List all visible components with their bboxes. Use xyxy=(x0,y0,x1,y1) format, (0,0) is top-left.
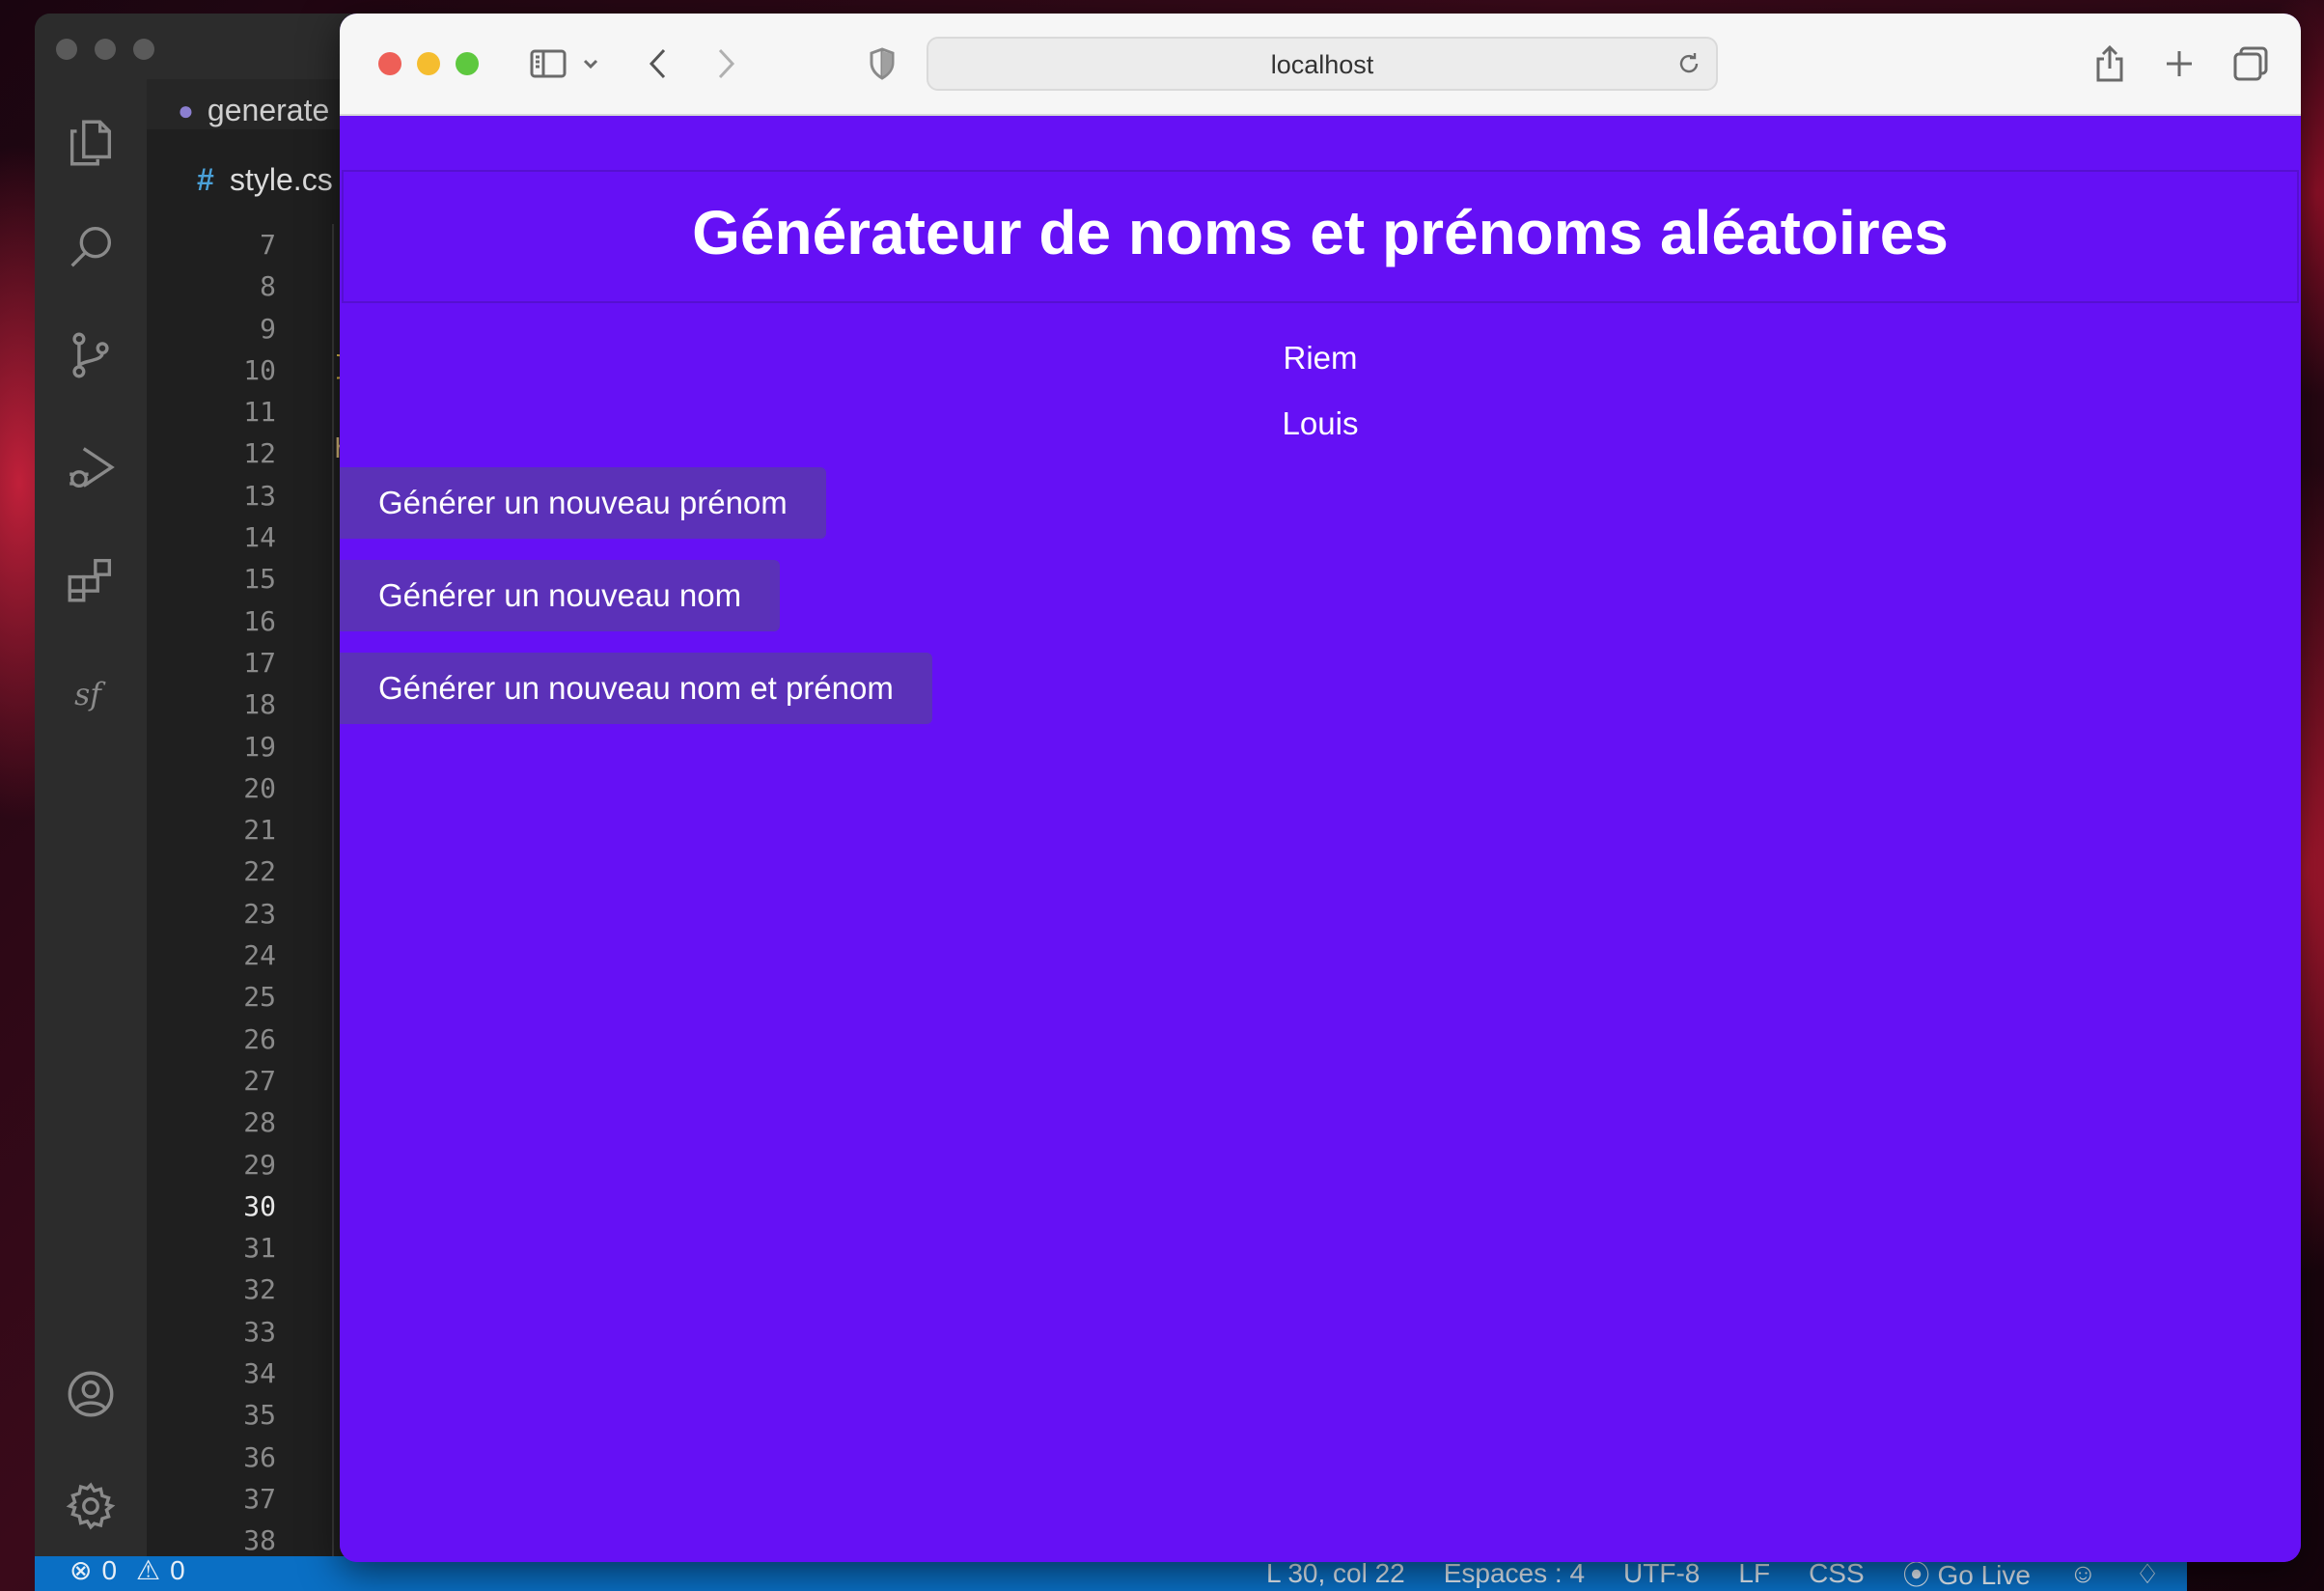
line-number: 30 xyxy=(243,1189,276,1222)
line-number: 8 xyxy=(260,270,276,303)
line-number: 36 xyxy=(243,1440,276,1473)
line-number: 38 xyxy=(243,1524,276,1557)
sidebar-toggle-icon[interactable] xyxy=(527,42,569,85)
generate-full-name-button[interactable]: Générer un nouveau nom et prénom xyxy=(340,653,932,724)
header-banner: Générateur de noms et prénoms aléatoires xyxy=(342,170,2299,303)
line-number: 16 xyxy=(243,604,276,637)
line-number: 18 xyxy=(243,688,276,721)
symfony-icon[interactable]: sf xyxy=(60,662,122,724)
line-number: 34 xyxy=(243,1357,276,1390)
error-count: 0 xyxy=(101,1554,118,1585)
generated-first-name: Louis xyxy=(1282,405,1359,441)
line-number: 12 xyxy=(243,437,276,470)
line-number: 33 xyxy=(243,1315,276,1348)
cursor-position[interactable]: L 30, col 22 xyxy=(1266,1558,1405,1589)
line-number: 19 xyxy=(243,730,276,763)
tab-overview-icon[interactable] xyxy=(2229,42,2272,85)
line-number: 29 xyxy=(243,1148,276,1181)
generate-first-name-button[interactable]: Générer un nouveau prénom xyxy=(340,467,826,539)
extensions-icon[interactable] xyxy=(60,548,122,610)
search-icon[interactable] xyxy=(60,216,122,278)
line-number: 13 xyxy=(243,479,276,512)
address-bar[interactable]: localhost xyxy=(927,37,1718,91)
php-elephant-icon: ● xyxy=(178,95,194,126)
warning-count: 0 xyxy=(170,1554,185,1585)
line-number: 9 xyxy=(260,312,276,345)
css-file-icon: # xyxy=(197,162,214,197)
tab-generate[interactable]: ● generate xyxy=(178,93,329,128)
indentation[interactable]: Espaces : 4 xyxy=(1444,1558,1585,1589)
line-number: 7 xyxy=(260,229,276,261)
line-number: 17 xyxy=(243,646,276,679)
line-number: 21 xyxy=(243,814,276,847)
line-number: 25 xyxy=(243,981,276,1014)
activity-bar: sf xyxy=(35,79,147,1556)
line-number: 23 xyxy=(243,897,276,930)
line-number: 20 xyxy=(243,771,276,804)
browser-window-controls xyxy=(378,52,479,75)
new-tab-icon[interactable] xyxy=(2160,42,2199,85)
minimize-button[interactable] xyxy=(417,52,440,75)
line-number: 24 xyxy=(243,939,276,972)
run-debug-icon[interactable] xyxy=(60,436,122,498)
back-icon[interactable] xyxy=(643,42,674,85)
tab-generate-label: generate xyxy=(207,93,330,127)
close-button[interactable] xyxy=(56,39,77,60)
line-number: 32 xyxy=(243,1273,276,1306)
problems-indicator[interactable]: ⊗ 0 ⚠ 0 xyxy=(69,1554,185,1586)
generate-last-name-button[interactable]: Générer un nouveau nom xyxy=(340,560,781,631)
minimize-button[interactable] xyxy=(95,39,116,60)
vscode-window-controls[interactable] xyxy=(56,39,154,60)
line-number: 22 xyxy=(243,855,276,888)
url-text: localhost xyxy=(1270,50,1374,79)
web-page: Générateur de noms et prénoms aléatoires… xyxy=(340,116,2301,1562)
accounts-icon[interactable]: ☺ xyxy=(2069,1558,2097,1589)
forward-icon[interactable] xyxy=(710,42,741,85)
notifications-bell-icon[interactable]: ♢ xyxy=(2136,1558,2160,1590)
browser-toolbar: localhost xyxy=(340,14,2301,116)
line-number: 35 xyxy=(243,1399,276,1432)
encoding[interactable]: UTF-8 xyxy=(1623,1558,1700,1589)
indent-guide xyxy=(332,224,334,1556)
line-number: 15 xyxy=(243,563,276,596)
chevron-down-icon[interactable] xyxy=(579,42,602,85)
explorer-icon[interactable] xyxy=(60,112,122,174)
share-icon[interactable] xyxy=(2090,42,2129,85)
line-number: 10 xyxy=(243,353,276,386)
line-number: 28 xyxy=(243,1106,276,1139)
close-button[interactable] xyxy=(378,52,401,75)
line-number-gutter: 7 8 9 10 11 12 13 14 15 16 17 18 19 20 21 22 23 24 25 26 27 2… xyxy=(180,224,276,1562)
line-number: 26 xyxy=(243,1022,276,1055)
error-icon: ⊗ xyxy=(69,1555,93,1585)
source-control-icon[interactable] xyxy=(60,324,122,386)
line-number: 27 xyxy=(243,1064,276,1097)
tab-style-css-label: style.cs xyxy=(230,162,333,197)
settings-gear-icon[interactable] xyxy=(60,1475,122,1537)
line-number: 11 xyxy=(243,396,276,429)
broadcast-icon: ⦿ xyxy=(1902,1560,1930,1590)
svg-text:sf: sf xyxy=(74,678,106,712)
line-number: 31 xyxy=(243,1232,276,1265)
zoom-button[interactable] xyxy=(133,39,154,60)
warning-icon: ⚠ xyxy=(136,1555,161,1585)
language-mode[interactable]: CSS xyxy=(1809,1558,1865,1589)
privacy-shield-icon[interactable] xyxy=(865,42,899,85)
zoom-button[interactable] xyxy=(456,52,479,75)
go-live-label: Go Live xyxy=(1937,1560,2031,1590)
line-number: 37 xyxy=(243,1482,276,1515)
account-icon[interactable] xyxy=(60,1363,122,1425)
browser-window: localhost Générateur de noms et prénoms … xyxy=(340,14,2301,1562)
end-of-line[interactable]: LF xyxy=(1738,1558,1770,1589)
reload-icon[interactable] xyxy=(1675,50,1702,82)
line-number: 14 xyxy=(243,521,276,554)
page-title: Générateur de noms et prénoms aléatoires xyxy=(692,198,1949,267)
generated-last-name: Riem xyxy=(1283,340,1358,376)
